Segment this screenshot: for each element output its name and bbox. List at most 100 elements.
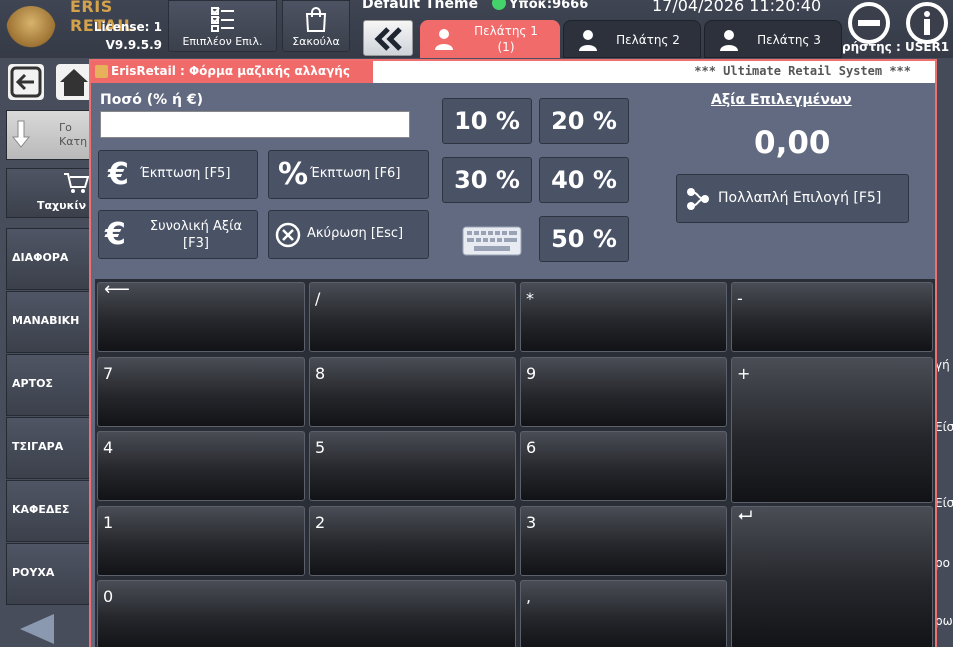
right-edge-label: ρο [935,556,950,570]
go-category-label: Γο Κατη [59,121,88,148]
bulk-change-dialog: ErisRetail : Φόρμα μαζικής αλλαγής *** U… [89,59,937,647]
amount-label: Ποσό (% ή €) [100,92,204,108]
category-artos[interactable]: ΑΡΤΟΣ [6,354,90,416]
key-8[interactable]: 8 [309,357,516,427]
page-left-arrow-icon[interactable] [16,612,56,646]
dialog-title-tab: ErisRetail : Φόρμα μαζικής αλλαγής [91,61,373,83]
top-bar: ERIS RETAIL License: 1 V9.9.5.9 Επιπλέον… [0,0,953,58]
key-plus[interactable]: + [731,357,933,503]
percent-10-button[interactable]: 10 % [442,98,532,144]
home-icon [60,69,88,96]
key-enter[interactable]: ⮠ [731,505,933,647]
key-label: 0 [103,587,114,606]
right-edge-label: γή [935,358,950,372]
key-label: 1 [103,513,114,532]
key-1[interactable]: 1 [97,506,305,576]
key-3[interactable]: 3 [520,506,727,576]
key-comma[interactable]: , [520,580,727,647]
double-chevron-left-icon [374,27,402,51]
key-label: * [526,289,534,308]
key-label: 2 [315,513,326,532]
home-nav-button[interactable] [56,64,92,100]
system-label: *** Ultimate Retail System *** [694,64,911,78]
category-kafedes[interactable]: ΚΑΦΕΔΕΣ [6,480,90,542]
theme-label: Default Theme [362,0,479,12]
datetime-label: 17/04/2026 11:20:40 [652,0,822,15]
amount-input[interactable] [100,111,410,138]
logout-nav-button[interactable] [8,64,44,100]
key-backspace[interactable]: ⟵ [97,279,305,352]
discount-percent-label: Έκπτωση [F6] [310,166,401,181]
total-value-label: Συνολική Αξία [F3] [149,219,243,251]
percent-40-button[interactable]: 40 % [539,157,629,203]
info-button[interactable] [906,2,948,44]
more-options-button[interactable]: Επιπλέον Επιλ. [168,0,277,52]
tab-customer-3[interactable]: Πελάτης 3 [704,20,842,58]
key-label: , [526,587,532,606]
quick-entry-button[interactable]: Ταχυκίν [6,168,90,218]
tab-customer-1[interactable]: Πελάτης 1 (1) [420,20,560,58]
total-value-button[interactable]: € Συνολική Αξία [F3] [98,210,258,259]
tab-customer-2-label: Πελάτης 2 [616,33,680,47]
key-divide[interactable]: / [309,282,516,352]
key-label: 4 [103,438,114,457]
percent-30-button[interactable]: 30 % [442,157,532,203]
key-0[interactable]: 0 [97,580,516,647]
key-label: 8 [315,364,326,383]
key-label: ⮠ [738,505,753,526]
key-5[interactable]: 5 [309,431,516,501]
key-2[interactable]: 2 [309,506,516,576]
percent-icon: % [278,157,309,192]
key-9[interactable]: 9 [520,357,727,427]
euro-icon: € [105,217,126,252]
multi-select-button[interactable]: Πολλαπλή Επιλογή [F5] [676,174,909,223]
person-icon [435,29,453,50]
tabs-back-button[interactable] [363,20,413,56]
category-label: ΑΡΤΟΣ [12,377,53,390]
person-icon [579,30,597,51]
more-options-label: Επιπλέον Επιλ. [182,35,263,48]
percent-50-button[interactable]: 50 % [539,216,629,262]
quick-entry-label: Ταχυκίν [37,199,87,212]
right-edge-label: Είσ [935,496,953,510]
keyboard-icon[interactable] [462,225,522,257]
go-category-button[interactable]: Γο Κατη [6,110,90,160]
shopping-bag-icon [305,7,327,32]
key-6[interactable]: 6 [520,431,727,501]
tab-customer-2[interactable]: Πελάτης 2 [563,20,701,58]
key-multiply[interactable]: * [520,282,727,352]
cancel-label: Ακύρωση [Esc] [307,226,404,241]
multi-select-label: Πολλαπλή Επιλογή [F5] [718,190,882,206]
eris-emblem-icon [6,6,56,54]
category-label: ΤΣΙΓΑΡΑ [12,440,64,453]
minimize-button[interactable] [848,2,890,44]
percent-20-button[interactable]: 20 % [539,98,629,144]
category-label: ΜΑΝΑΒΙΚΗ [12,314,80,327]
key-4[interactable]: 4 [97,431,305,501]
key-label: / [315,289,321,308]
tab-customer-3-label: Πελάτης 3 [757,33,821,47]
category-manaviki[interactable]: ΜΑΝΑΒΙΚΗ [6,291,90,353]
dialog-title: ErisRetail : Φόρμα μαζικής αλλαγής [111,64,350,78]
category-diafora[interactable]: ΔΙΑΦΟΡΑ [6,228,90,290]
key-7[interactable]: 7 [97,357,305,427]
branch-label: Υποκ:9666 [509,0,589,12]
online-status-icon [492,0,506,10]
discount-percent-button[interactable]: % Έκπτωση [F6] [268,150,429,199]
left-sidebar: Γο Κατη Ταχυκίν ΔΙΑΦΟΡΑ ΜΑΝΑΒΙΚΗ ΑΡΤΟΣ Τ… [0,58,92,647]
key-label: + [737,364,751,383]
bag-button[interactable]: Σακούλα [282,0,350,52]
key-minus[interactable]: - [731,282,933,352]
category-label: ΔΙΑΦΟΡΑ [12,251,69,264]
arrow-down-icon [11,120,31,148]
bag-label: Σακούλα [292,35,340,48]
selected-value: 0,00 [754,125,831,161]
info-icon [924,11,930,35]
branch-status: Υποκ:9666 [492,0,588,12]
cancel-button[interactable]: Ακύρωση [Esc] [268,210,429,259]
category-rouxa[interactable]: ΡΟΥΧΑ [6,543,90,605]
discount-euro-button[interactable]: € Έκπτωση [F5] [98,150,258,199]
discount-euro-label: Έκπτωση [F5] [140,166,231,181]
category-tsigara[interactable]: ΤΣΙΓΑΡΑ [6,417,90,479]
shopping-cart-icon [64,173,89,193]
